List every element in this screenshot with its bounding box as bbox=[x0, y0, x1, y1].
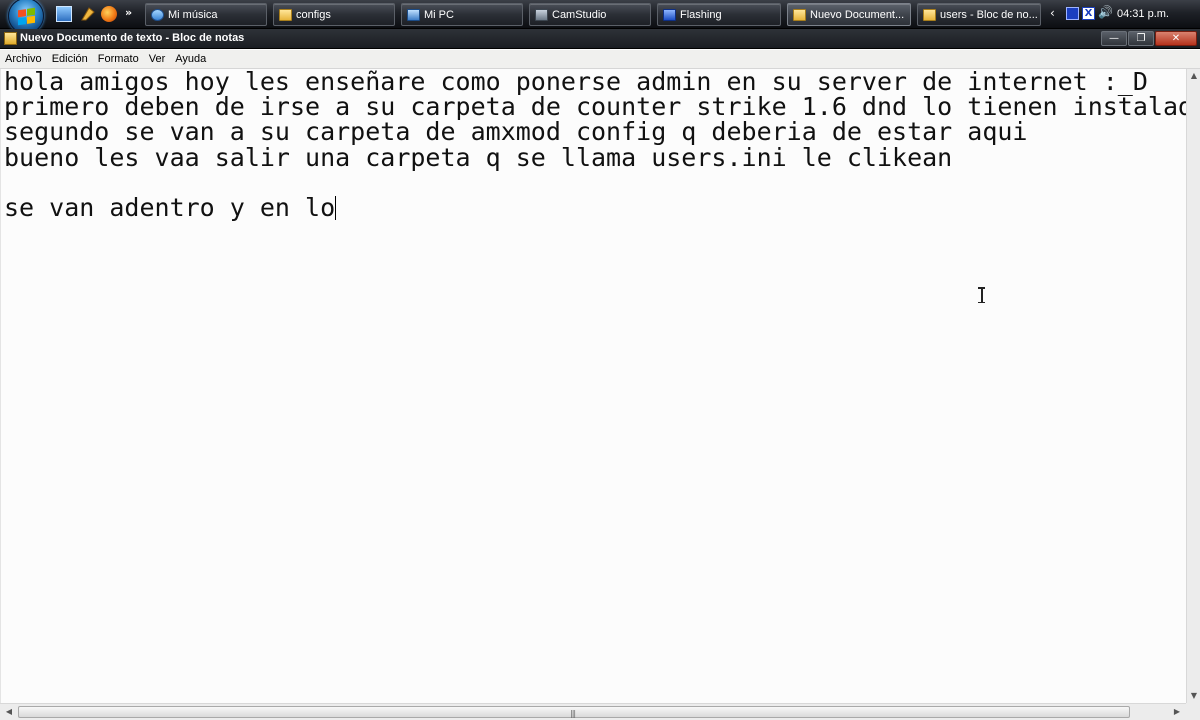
computer-icon bbox=[407, 8, 420, 21]
task-mi-pc[interactable]: Mi PC bbox=[401, 3, 523, 26]
ibeam-cursor-icon bbox=[977, 287, 986, 303]
scroll-grip-icon: ||| bbox=[570, 709, 576, 718]
volume-icon[interactable]: 🔊 bbox=[1098, 5, 1113, 19]
editor-line: bueno les vaa salir una carpeta q se lla… bbox=[4, 142, 953, 172]
task-configs[interactable]: configs bbox=[273, 3, 395, 26]
window-titlebar[interactable]: Nuevo Documento de texto - Bloc de notas… bbox=[0, 29, 1200, 49]
flash-icon bbox=[663, 8, 676, 21]
task-label: Mi PC bbox=[424, 8, 454, 21]
vertical-scrollbar[interactable]: ▲ ▼ bbox=[1186, 69, 1200, 703]
scroll-left-arrow-icon[interactable]: ◀ bbox=[2, 705, 16, 719]
task-label: Nuevo Document... bbox=[810, 8, 905, 21]
firefox-icon[interactable] bbox=[101, 6, 117, 22]
text-caret bbox=[335, 196, 337, 221]
task-camstudio[interactable]: CamStudio bbox=[529, 3, 651, 26]
task-nuevo-documento[interactable]: Nuevo Document... bbox=[787, 3, 911, 26]
tray-expand-icon[interactable]: ‹ bbox=[1050, 6, 1055, 20]
tray-app-icon[interactable]: X bbox=[1082, 7, 1095, 20]
notepad-icon bbox=[923, 8, 936, 21]
task-mi-musica[interactable]: Mi música bbox=[145, 3, 267, 26]
task-label: users - Bloc de no... bbox=[940, 8, 1038, 21]
windows-logo-icon bbox=[17, 7, 35, 25]
editor-line: primero deben de irse a su carpeta de co… bbox=[4, 92, 1186, 122]
scroll-right-arrow-icon[interactable]: ▶ bbox=[1170, 705, 1184, 719]
text-editor[interactable]: hola amigos hoy les enseñare como poners… bbox=[0, 69, 1186, 703]
system-tray: ‹ X 🔊 04:31 p.m. bbox=[1048, 0, 1200, 29]
switch-windows-icon[interactable] bbox=[80, 6, 96, 22]
scroll-down-arrow-icon[interactable]: ▼ bbox=[1187, 689, 1200, 703]
menu-bar: Archivo Edición Formato Ver Ayuda bbox=[0, 50, 1200, 69]
notepad-icon bbox=[793, 8, 806, 21]
scroll-up-arrow-icon[interactable]: ▲ bbox=[1187, 69, 1200, 83]
menu-ayuda[interactable]: Ayuda bbox=[170, 51, 211, 68]
network-icon[interactable] bbox=[1066, 7, 1079, 20]
minimize-button[interactable]: — bbox=[1101, 31, 1127, 46]
size-grip[interactable] bbox=[1186, 703, 1200, 720]
editor-content[interactable]: hola amigos hoy les enseñare como poners… bbox=[4, 69, 1186, 220]
editor-line: se van adentro y en lo bbox=[4, 193, 336, 223]
notepad-icon[interactable] bbox=[4, 32, 17, 45]
show-desktop-icon[interactable] bbox=[56, 6, 72, 22]
task-label: configs bbox=[296, 8, 331, 21]
editor-line: hola amigos hoy les enseñare como poners… bbox=[4, 69, 1148, 96]
window-title: Nuevo Documento de texto - Bloc de notas bbox=[20, 32, 245, 44]
task-users-bloc-de-notas[interactable]: users - Bloc de no... bbox=[917, 3, 1041, 26]
menu-archivo[interactable]: Archivo bbox=[0, 51, 47, 68]
maximize-button[interactable]: ❐ bbox=[1128, 31, 1154, 46]
task-label: Flashing bbox=[680, 8, 722, 21]
horizontal-scrollbar[interactable]: ◀ ||| ▶ bbox=[0, 703, 1186, 720]
quick-launch-more-icon[interactable]: » bbox=[125, 6, 132, 19]
menu-formato[interactable]: Formato bbox=[93, 51, 144, 68]
task-label: Mi música bbox=[168, 8, 218, 21]
horizontal-scroll-thumb[interactable]: ||| bbox=[18, 706, 1130, 718]
music-icon bbox=[151, 8, 164, 21]
clock[interactable]: 04:31 p.m. bbox=[1117, 8, 1169, 20]
editor-line: segundo se van a su carpeta de amxmod co… bbox=[4, 117, 1028, 147]
folder-icon bbox=[279, 8, 292, 21]
close-button[interactable]: ✕ bbox=[1155, 31, 1197, 46]
window-controls: — ❐ ✕ bbox=[1100, 31, 1197, 46]
task-label: CamStudio bbox=[552, 8, 607, 21]
editor-line-current: se van adentro y en lo bbox=[4, 195, 1186, 220]
menu-edicion[interactable]: Edición bbox=[47, 51, 93, 68]
taskbar: » Mi música configs Mi PC CamStudio Flas… bbox=[0, 0, 1200, 34]
menu-ver[interactable]: Ver bbox=[144, 51, 171, 68]
task-flashing[interactable]: Flashing bbox=[657, 3, 781, 26]
camstudio-icon bbox=[535, 8, 548, 21]
